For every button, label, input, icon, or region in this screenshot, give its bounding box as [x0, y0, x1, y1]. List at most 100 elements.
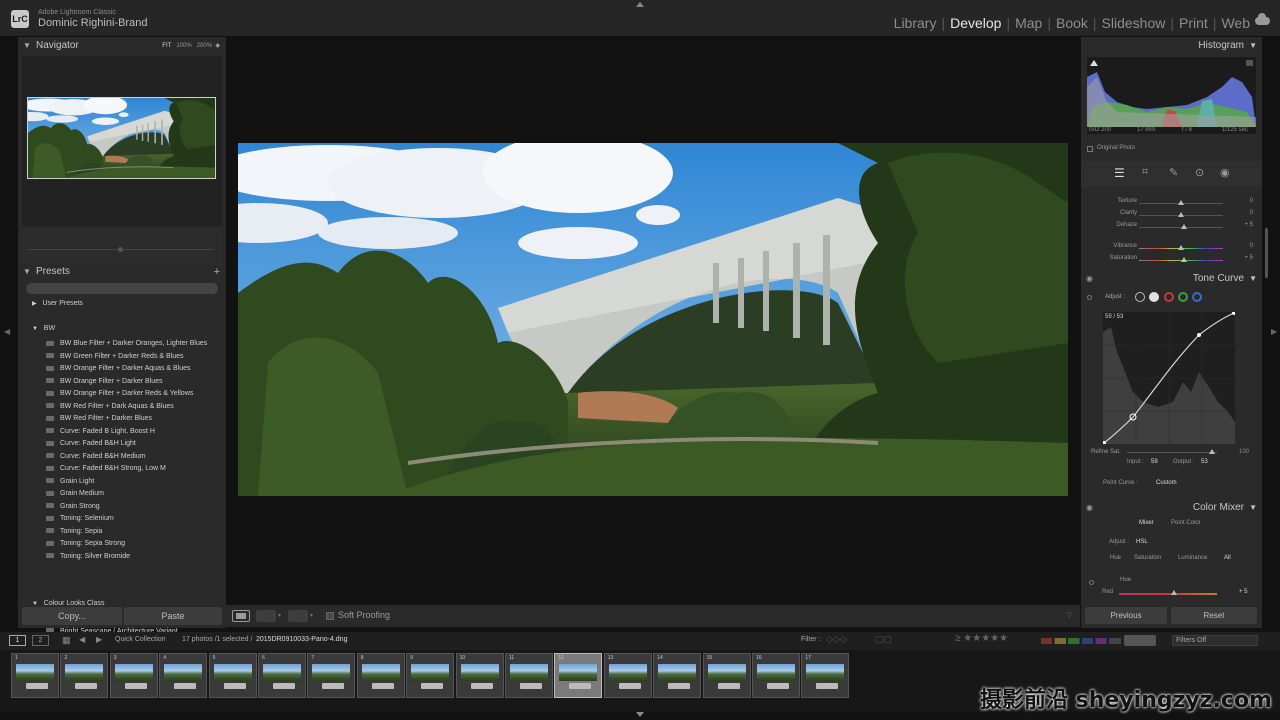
preset-item[interactable]: Toning: Sepia Strong	[46, 538, 125, 550]
target-adjust-icon[interactable]	[1087, 295, 1092, 300]
red-channel-icon[interactable]	[1164, 292, 1174, 302]
point-curve-select[interactable]: Custom	[1156, 480, 1177, 486]
preset-item[interactable]: Curve: Faded B Light, Boost H	[46, 426, 155, 438]
mixer-adjust-select[interactable]: HSL	[1136, 539, 1148, 545]
blue-channel-icon[interactable]	[1192, 292, 1202, 302]
red-eye-icon[interactable]: ⊙	[1195, 166, 1204, 179]
module-book[interactable]: Book	[1056, 15, 1088, 31]
left-panel-toggle-icon[interactable]: ◀	[4, 327, 10, 336]
tab-mixer[interactable]: Mixer	[1139, 520, 1154, 526]
preset-item[interactable]: Curve: Faded B&H Medium	[46, 451, 146, 463]
filmstrip-thumbnail[interactable]: 5	[208, 653, 257, 698]
collapse-arrow-icon[interactable]: ▼	[23, 263, 31, 281]
collapse-arrow-icon[interactable]: ▼	[32, 326, 38, 332]
preset-item[interactable]: BW Green Filter + Darker Reds & Blues	[46, 351, 184, 363]
filmstrip-thumbnail[interactable]: 13	[603, 653, 652, 698]
slider-knob[interactable]	[1178, 245, 1184, 250]
navigator-thumbnail[interactable]	[27, 97, 216, 179]
collapse-arrow-icon[interactable]: ▼	[1249, 270, 1257, 288]
slider-knob[interactable]	[1180, 257, 1187, 262]
filmstrip-thumbnail[interactable]: 3	[109, 653, 158, 698]
preset-item[interactable]: BW Orange Filter + Darker Aquas & Blues	[46, 363, 191, 375]
loupe-view-icon[interactable]	[232, 610, 250, 622]
filmstrip-thumbnail[interactable]: 15	[702, 653, 751, 698]
cloud-icon[interactable]	[1255, 13, 1270, 25]
module-web[interactable]: Web	[1221, 15, 1250, 31]
paste-button[interactable]: Paste	[124, 607, 222, 625]
flag-filter-icons[interactable]: ◇◇◇	[826, 634, 847, 645]
module-library[interactable]: Library	[894, 15, 937, 31]
histogram[interactable]: ISO 200 17 mm f / 8 1/125 sec	[1087, 57, 1256, 134]
subtab-saturation[interactable]: Saturation	[1134, 555, 1161, 561]
filmstrip-thumbnail[interactable]: 17	[801, 653, 850, 698]
preset-item[interactable]: BW Orange Filter + Darker Blues	[46, 376, 163, 388]
eye-icon[interactable]: ◉	[1086, 270, 1093, 288]
filmstrip-thumbnail[interactable]: 2	[60, 653, 109, 698]
preset-item[interactable]: Grain Medium	[46, 488, 104, 500]
filmstrip-thumbnail[interactable]: 11	[505, 653, 553, 698]
tone-curve-header[interactable]: ◉ Tone Curve ▼	[1081, 270, 1262, 288]
preset-item[interactable]: BW Red Filter + Dark Aquas & Blues	[46, 401, 174, 413]
subtab-all[interactable]: All	[1224, 555, 1231, 561]
red-hue-slider[interactable]	[1119, 593, 1217, 595]
filmstrip-thumbnail[interactable]: 14	[653, 653, 702, 698]
preset-item[interactable]: BW Red Filter + Darker Blues	[46, 413, 152, 425]
target-adjust-icon[interactable]	[1089, 580, 1094, 585]
reset-button[interactable]: Reset	[1171, 607, 1257, 624]
before-after-icon[interactable]	[256, 610, 276, 622]
color-label-filter[interactable]	[1041, 638, 1121, 644]
refine-sat-knob[interactable]	[1209, 449, 1215, 454]
filmstrip-thumbnail[interactable]: 6	[258, 653, 306, 698]
filename[interactable]: 2015DR0910033-Pano-4.dng	[256, 636, 347, 643]
filmstrip-thumbnail[interactable]: 16	[752, 653, 800, 698]
right-panel-toggle-icon[interactable]: ▶	[1271, 327, 1277, 336]
module-map[interactable]: Map	[1015, 15, 1042, 31]
histogram-header[interactable]: Histogram ▼	[1081, 37, 1262, 55]
presets-header[interactable]: ▼ Presets +	[18, 263, 226, 281]
red-hue-knob[interactable]	[1171, 590, 1177, 595]
collection-label[interactable]: Quick Collection	[115, 636, 166, 643]
module-print[interactable]: Print	[1179, 15, 1208, 31]
soft-proofing-checkbox[interactable]	[326, 612, 334, 620]
slider-knob[interactable]	[1180, 224, 1187, 229]
virtual-copy-filter-icons[interactable]: ▢▢	[875, 634, 892, 645]
subtab-hue[interactable]: Hue	[1110, 555, 1121, 561]
filmstrip-thumbnail[interactable]: 4	[159, 653, 208, 698]
preset-item[interactable]: BW Blue Filter + Darker Oranges, Lighter…	[46, 338, 207, 350]
preset-item[interactable]: Toning: Sepia	[46, 526, 102, 538]
slider-knob[interactable]	[1178, 200, 1184, 205]
module-slideshow[interactable]: Slideshow	[1102, 15, 1166, 31]
green-channel-icon[interactable]	[1178, 292, 1188, 302]
preset-item[interactable]: Curve: Faded B&H Light	[46, 438, 136, 450]
module-develop[interactable]: Develop	[950, 15, 1001, 31]
right-panel-scrollbar[interactable]	[1265, 228, 1268, 278]
collapse-arrow-icon[interactable]: ▼	[1249, 37, 1257, 55]
preset-item[interactable]: Toning: Silver Bromide	[46, 551, 130, 563]
filter-lock-icon[interactable]	[1124, 635, 1156, 646]
tone-curve-graph[interactable]: 59 / 53	[1102, 311, 1236, 445]
main-photo[interactable]	[238, 143, 1068, 496]
copy-button[interactable]: Copy...	[22, 607, 122, 625]
preset-item[interactable]: Grain Light	[46, 476, 94, 488]
filmstrip-thumbnail[interactable]: 9	[406, 653, 455, 698]
edit-sliders-icon[interactable]: ☰	[1114, 166, 1125, 180]
color-mixer-header[interactable]: ◉ Color Mixer ▼	[1081, 499, 1262, 517]
collapse-arrow-icon[interactable]: ▼	[23, 37, 31, 55]
subtab-luminance[interactable]: Luminance	[1178, 555, 1207, 561]
refine-sat-slider[interactable]	[1127, 452, 1217, 453]
point-curve-rgb-icon[interactable]	[1149, 292, 1159, 302]
bottom-panel-toggle-icon[interactable]	[636, 712, 644, 717]
zoom-fit[interactable]: FIT	[162, 43, 171, 49]
preset-item[interactable]: Grain Strong	[46, 501, 100, 513]
preset-item[interactable]: BW Orange Filter + Darker Reds & Yellows	[46, 388, 193, 400]
grid-icon[interactable]: ▦	[62, 635, 71, 646]
zoom-200[interactable]: 200%	[197, 43, 212, 49]
tab-point-color[interactable]: Point Color	[1171, 520, 1201, 526]
filters-off-select[interactable]: Filters Off	[1172, 635, 1258, 646]
healing-icon[interactable]: ✎	[1169, 166, 1178, 179]
back-arrow-icon[interactable]: ◀	[79, 635, 85, 644]
original-photo-checkbox[interactable]	[1087, 146, 1093, 152]
before-after-dropdown-icon[interactable]: ▾	[278, 612, 281, 619]
parametric-curve-icon[interactable]	[1135, 292, 1145, 302]
main-window-button[interactable]: 1	[9, 635, 26, 646]
